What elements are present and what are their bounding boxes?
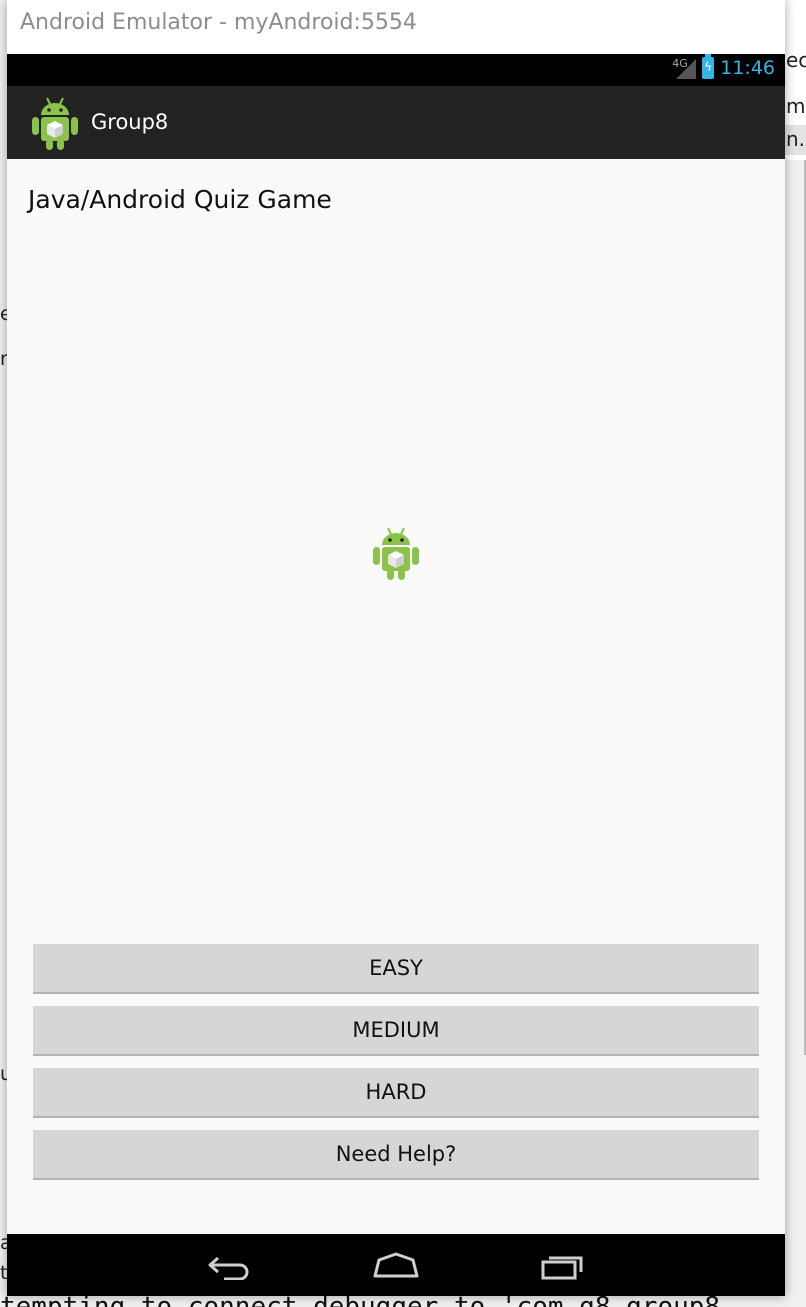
hard-button[interactable]: HARD (33, 1068, 759, 1118)
android-app-icon[interactable] (29, 95, 81, 151)
battery-icon: ϟ (702, 54, 715, 79)
background-text: n. (786, 127, 806, 151)
status-clock: 11:46 (720, 57, 775, 79)
screen-content: Java/Android Quiz Game EASY MEDIUM HARD … (7, 159, 785, 1234)
difficulty-buttons: EASY MEDIUM HARD Need Help? (33, 944, 759, 1192)
help-button[interactable]: Need Help? (33, 1130, 759, 1180)
window-title-bar[interactable]: Android Emulator - myAndroid:5554 (7, 0, 785, 54)
page-title: Java/Android Quiz Game (28, 185, 332, 214)
status-bar: 4G ϟ 11:46 (7, 54, 785, 86)
signal-icon: 4G (672, 57, 697, 79)
background-text: ec (786, 48, 806, 72)
app-title: Group8 (91, 110, 169, 134)
android-icon (373, 527, 419, 580)
window-title: Android Emulator - myAndroid:5554 (20, 10, 417, 35)
recents-icon[interactable] (539, 1250, 587, 1280)
easy-button[interactable]: EASY (33, 944, 759, 994)
action-bar: Group8 (7, 86, 785, 159)
background-text: m (786, 94, 806, 118)
emulator-window: Android Emulator - myAndroid:5554 4G ϟ 1… (7, 0, 785, 1296)
medium-button[interactable]: MEDIUM (33, 1006, 759, 1056)
home-icon[interactable] (372, 1250, 420, 1280)
back-icon[interactable] (206, 1250, 254, 1280)
navigation-bar (7, 1234, 785, 1296)
status-icons: 4G ϟ 11:46 (672, 54, 775, 79)
